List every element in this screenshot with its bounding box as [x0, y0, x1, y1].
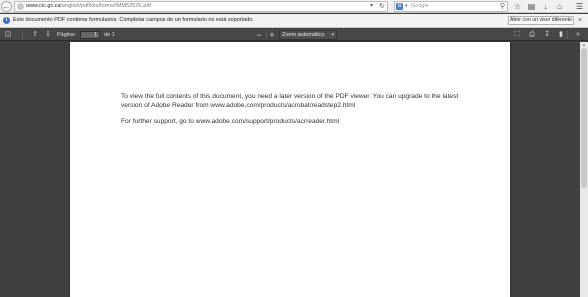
sidebar-toggle-icon[interactable]: ◫ [3, 29, 13, 41]
chevron-down-icon[interactable]: ▾ [370, 2, 373, 11]
scrollbar-thumb[interactable] [581, 48, 587, 188]
notification-message: Este documento PDF contiene formularios.… [13, 17, 254, 23]
search-magnifier-icon[interactable]: ⚲ [500, 2, 505, 11]
previous-page-icon[interactable]: ⇧ [30, 29, 40, 41]
next-page-icon[interactable]: ⇩ [43, 29, 53, 41]
back-arrow-icon[interactable]: ← [1, 1, 12, 12]
search-input[interactable]: Google [411, 2, 429, 11]
zoom-select-value: Zoom automático [282, 32, 325, 38]
upgrade-message: To view the full contents of this docume… [121, 93, 459, 109]
pdf-viewer-area[interactable]: To view the full contents of this docume… [0, 42, 580, 297]
pdf-page: To view the full contents of this docume… [70, 42, 510, 297]
search-bar[interactable]: 8 ▾ Google ⚲ [394, 1, 508, 12]
pdf-toolbar: ◫ ⇧ ⇩ Página: 1 de 1 − + Zoom automático… [0, 29, 588, 41]
close-icon[interactable]: × [578, 14, 582, 27]
page-number-input[interactable]: 1 [80, 31, 100, 39]
search-engine-chevron-icon[interactable]: ▾ [405, 2, 408, 11]
downloads-icon[interactable]: ↓ [540, 1, 551, 12]
url-host: www.cic.gc.ca [26, 3, 61, 9]
url-bar[interactable]: www.cic.gc.ca/english/pdf/kits/forms/IMM… [14, 1, 388, 12]
hamburger-menu-icon[interactable]: ☰ [574, 1, 585, 12]
url-path: /english/pdf/kits/forms/IMM5257E.pdf [60, 3, 152, 9]
download-icon[interactable]: ↧ [542, 29, 552, 41]
bookmarks-menu-icon[interactable]: ▤ [526, 1, 537, 12]
tools-expand-icon[interactable]: » [572, 29, 584, 41]
notification-bar: i Este documento PDF contiene formulario… [0, 14, 588, 28]
print-icon[interactable]: ⎙ [527, 29, 537, 41]
globe-icon [17, 3, 24, 10]
support-message: For further support, go to www.adobe.com… [121, 118, 340, 125]
search-engine-icon[interactable]: 8 [396, 3, 403, 10]
fullscreen-icon[interactable]: ⛶ [512, 29, 522, 41]
url-text: www.cic.gc.ca/english/pdf/kits/forms/IMM… [26, 2, 151, 11]
reload-icon[interactable]: ↻ [379, 2, 385, 11]
chevron-down-icon: ▾ [331, 32, 334, 38]
info-icon: i [3, 17, 10, 24]
page-total: de 1 [104, 32, 115, 38]
vertical-scrollbar[interactable]: ▲ [580, 42, 588, 297]
toolbar-divider [22, 31, 23, 39]
bookmark-star-icon[interactable]: ☆ [512, 1, 523, 12]
zoom-select[interactable]: Zoom automático ▾ [279, 30, 337, 40]
browser-navbar: ← www.cic.gc.ca/english/pdf/kits/forms/I… [0, 0, 588, 13]
home-icon[interactable]: ⌂ [554, 1, 565, 12]
toolbar-divider [567, 31, 568, 39]
page-label: Página: [57, 32, 76, 38]
bookmark-icon[interactable]: ▮ [556, 29, 566, 41]
zoom-in-icon[interactable]: + [267, 29, 277, 41]
open-different-viewer-button[interactable]: Abrir con un visor diferente [508, 16, 574, 25]
zoom-out-icon[interactable]: − [254, 29, 264, 41]
